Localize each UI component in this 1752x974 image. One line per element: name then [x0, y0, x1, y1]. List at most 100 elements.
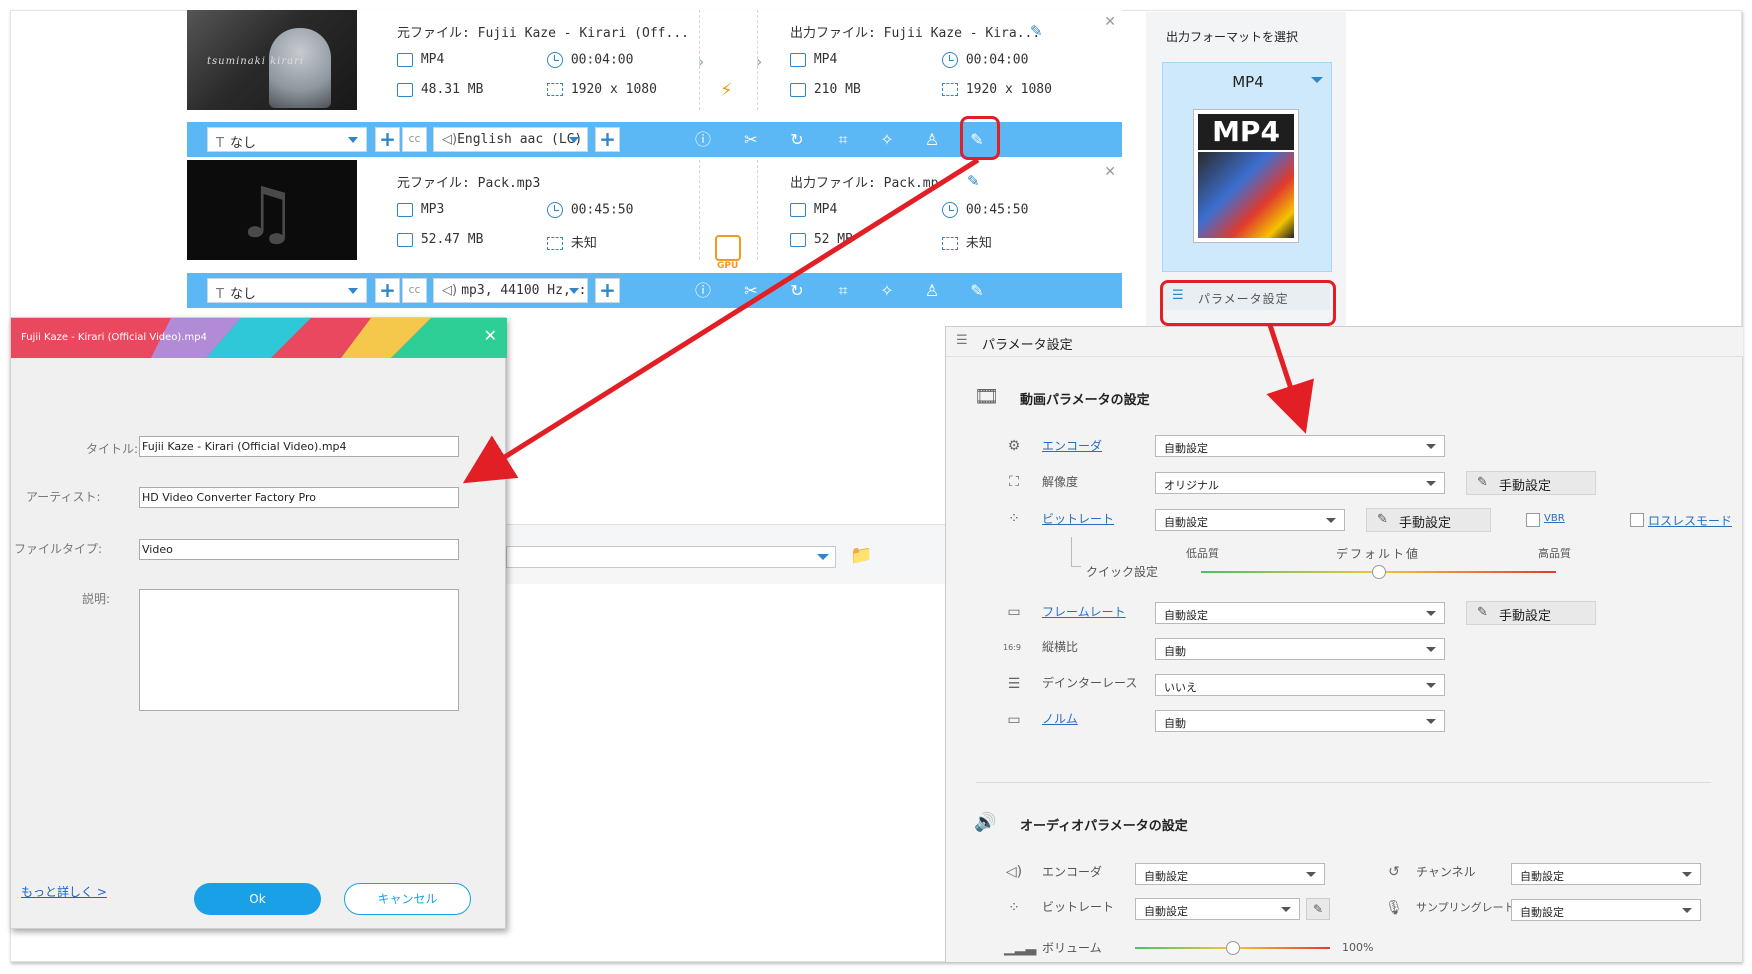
deinterlace-select[interactable]: いいえ [1155, 674, 1445, 696]
rotate-icon[interactable]: ↻ [787, 130, 807, 150]
cc-icon[interactable]: cc [402, 127, 427, 152]
quality-slider[interactable] [1201, 565, 1556, 579]
norm-label[interactable]: ノルム [1042, 710, 1078, 727]
resolution-value: オリジナル [1164, 479, 1219, 492]
vbr-label[interactable]: VBR [1544, 513, 1565, 524]
folder-icon [397, 232, 413, 247]
chevron-down-icon[interactable] [1311, 77, 1323, 83]
resolution-manual-button[interactable]: ✎ 手動設定 [1466, 471, 1596, 495]
scissors-icon[interactable]: ✂ [741, 130, 761, 150]
cancel-button[interactable]: キャンセル [344, 883, 471, 915]
description-field[interactable] [139, 589, 459, 711]
volume-slider-thumb[interactable] [1225, 941, 1240, 955]
resolution-icon: ⛶ [1009, 474, 1019, 490]
title-field[interactable]: Fujii Kaze - Kirari (Official Video).mp4 [139, 436, 459, 457]
manual-label: 手動設定 [1499, 479, 1552, 494]
output-format-value: MP4 [813, 202, 838, 217]
dialog-header: Fujii Kaze - Kirari (Official Video).mp4… [11, 318, 507, 358]
open-folder-icon[interactable]: 📁 [850, 545, 872, 566]
edit-metadata-icon[interactable]: ✎ [967, 281, 987, 301]
audio-track-select[interactable]: ◁) mp3, 44100 Hz, : [433, 278, 588, 303]
lossless-checkbox[interactable] [1630, 513, 1644, 527]
output-format-value: MP4 [813, 52, 838, 67]
more-info-link[interactable]: もっと詳しく > [21, 883, 107, 900]
close-icon[interactable]: ✕ [1104, 164, 1116, 180]
gpu-icon [715, 235, 741, 261]
rotate-icon[interactable]: ↻ [787, 281, 807, 301]
metadata-dialog: Fujii Kaze - Kirari (Official Video).mp4… [10, 317, 507, 929]
video-encoder-label[interactable]: エンコーダ [1042, 437, 1102, 454]
speaker-icon: ◁) [442, 132, 458, 147]
samplerate-select[interactable]: 自動設定 [1511, 899, 1701, 921]
video-settings-icon: 🎞 [974, 384, 1000, 408]
source-format-value: MP4 [420, 52, 445, 67]
close-icon[interactable]: ✕ [484, 326, 497, 345]
chevron-down-icon [569, 137, 579, 143]
chevron-down-icon [1426, 647, 1436, 652]
subtitle-select[interactable]: T なし [207, 127, 367, 152]
add-subtitle-button[interactable]: + [375, 278, 400, 303]
chevron-down-icon [348, 288, 358, 294]
norm-select[interactable]: 自動 [1155, 710, 1445, 732]
aspect-ratio-value: 自動 [1164, 645, 1186, 658]
norm-value: 自動 [1164, 717, 1186, 730]
highlight-box [1160, 280, 1336, 326]
channel-select[interactable]: 自動設定 [1511, 863, 1701, 885]
aspect-ratio-select[interactable]: 自動 [1155, 638, 1445, 660]
edit-output-name-icon[interactable]: ✎ [967, 172, 980, 190]
audio-encoder-select[interactable]: 自動設定 [1135, 863, 1325, 885]
cc-icon[interactable]: cc [402, 278, 427, 303]
bitrate-manual-button[interactable]: ✎ 手動設定 [1366, 508, 1491, 532]
audio-bitrate-edit-button[interactable]: ✎ [1306, 898, 1330, 920]
format-card[interactable]: MP4 MP4 [1162, 62, 1332, 272]
add-subtitle-button[interactable]: + [375, 127, 400, 152]
video-encoder-select[interactable]: 自動設定 [1155, 435, 1445, 457]
watermark-icon[interactable]: ♙ [922, 281, 942, 301]
audio-track-select[interactable]: ◁)English aac (LC) [433, 127, 588, 152]
audio-encoder-value: 自動設定 [1144, 870, 1188, 883]
video-thumbnail[interactable]: tsuminaki kirari [187, 10, 357, 110]
video-bitrate-label[interactable]: ビットレート [1042, 510, 1114, 527]
subtitle-select[interactable]: T なし [207, 278, 367, 303]
text-icon: T [216, 136, 224, 151]
deinterlace-value: いいえ [1164, 681, 1197, 694]
audio-thumbnail[interactable]: ♫ [187, 160, 357, 260]
framerate-manual-button[interactable]: ✎ 手動設定 [1466, 601, 1596, 625]
resolution-label: 解像度 [1042, 475, 1079, 489]
aspect-ratio-label: 縦横比 [1042, 640, 1079, 654]
framerate-label[interactable]: フレームレート [1042, 603, 1126, 620]
resolution-select[interactable]: オリジナル [1155, 472, 1445, 494]
description-label: 説明: [82, 592, 111, 606]
video-bitrate-select[interactable]: 自動設定 [1155, 509, 1345, 531]
crop-icon[interactable]: ⌗ [833, 130, 853, 150]
output-folder-field[interactable] [506, 546, 836, 568]
effects-wand-icon[interactable]: ✧ [877, 130, 897, 150]
artist-field[interactable]: HD Video Converter Factory Pro [139, 487, 459, 508]
crop-icon[interactable]: ⌗ [833, 281, 853, 301]
close-icon[interactable]: ✕ [1104, 14, 1116, 30]
low-quality-label: 低品質 [1186, 547, 1219, 560]
add-audio-button[interactable]: + [595, 278, 620, 303]
format-icon [397, 52, 413, 67]
info-icon[interactable]: ⓘ [693, 130, 713, 150]
quality-slider-thumb[interactable] [1371, 565, 1386, 579]
audio-bitrate-select[interactable]: 自動設定 [1135, 898, 1300, 920]
audio-encoder-label: エンコーダ [1042, 865, 1103, 879]
info-icon[interactable]: ⓘ [693, 281, 713, 301]
mp4-format-image: MP4 [1193, 109, 1299, 243]
edit-output-name-icon[interactable]: ✎ [1030, 22, 1043, 40]
scissors-icon[interactable]: ✂ [741, 281, 761, 301]
output-duration: 00:04:00 [942, 52, 1028, 68]
volume-slider[interactable] [1135, 941, 1330, 955]
add-audio-button[interactable]: + [595, 127, 620, 152]
lossless-label[interactable]: ロスレスモード [1648, 512, 1732, 529]
vbr-checkbox[interactable] [1526, 513, 1540, 527]
subtitle-value: なし [229, 136, 256, 151]
output-folder-area: 📁 [506, 524, 946, 584]
watermark-icon[interactable]: ♙ [922, 130, 942, 150]
effects-wand-icon[interactable]: ✧ [877, 281, 897, 301]
ok-button[interactable]: Ok [194, 883, 321, 915]
filetype-field[interactable]: Video [139, 539, 459, 560]
parameter-window-titlebar: ☰ パラメータ設定 [946, 327, 1743, 357]
framerate-select[interactable]: 自動設定 [1155, 602, 1445, 624]
